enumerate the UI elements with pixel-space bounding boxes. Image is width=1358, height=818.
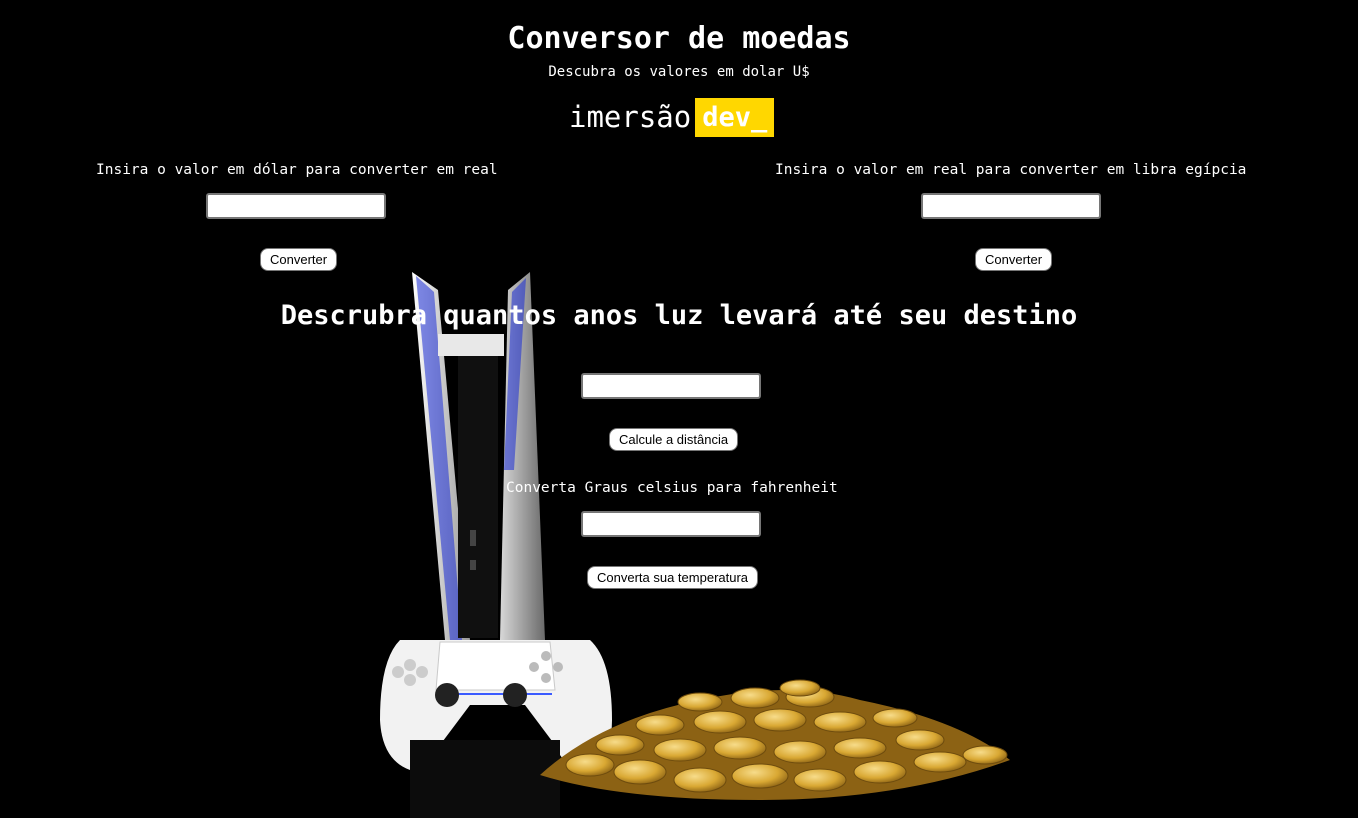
convert-temperature-button[interactable]: Converta sua temperatura: [587, 566, 759, 589]
calculate-distance-button[interactable]: Calcule a distância: [609, 428, 739, 451]
light-years-heading: Descrubra quantos anos luz levará até se…: [280, 300, 1078, 331]
controller-image: [380, 640, 612, 818]
dollar-to-real-label: Insira o valor em dólar para converter e…: [96, 162, 498, 178]
logo-word: imersão: [569, 100, 692, 134]
logo-tag: dev_: [695, 97, 775, 137]
imersao-dev-logo: imersão dev_: [569, 97, 775, 137]
dollar-amount-input[interactable]: [206, 193, 386, 219]
page-subtitle: Descubra os valores em dolar U$: [548, 64, 810, 80]
temperature-label: Converta Graus celsius para fahrenheit: [506, 480, 838, 496]
temperature-input[interactable]: [581, 511, 761, 537]
convert-dollar-button[interactable]: Converter: [260, 248, 338, 271]
distance-input[interactable]: [581, 373, 761, 399]
real-to-pound-label: Insira o valor em real para converter em…: [775, 162, 1247, 178]
real-amount-input[interactable]: [921, 193, 1101, 219]
convert-real-button[interactable]: Converter: [975, 248, 1053, 271]
page-title: Conversor de moedas: [507, 21, 851, 56]
